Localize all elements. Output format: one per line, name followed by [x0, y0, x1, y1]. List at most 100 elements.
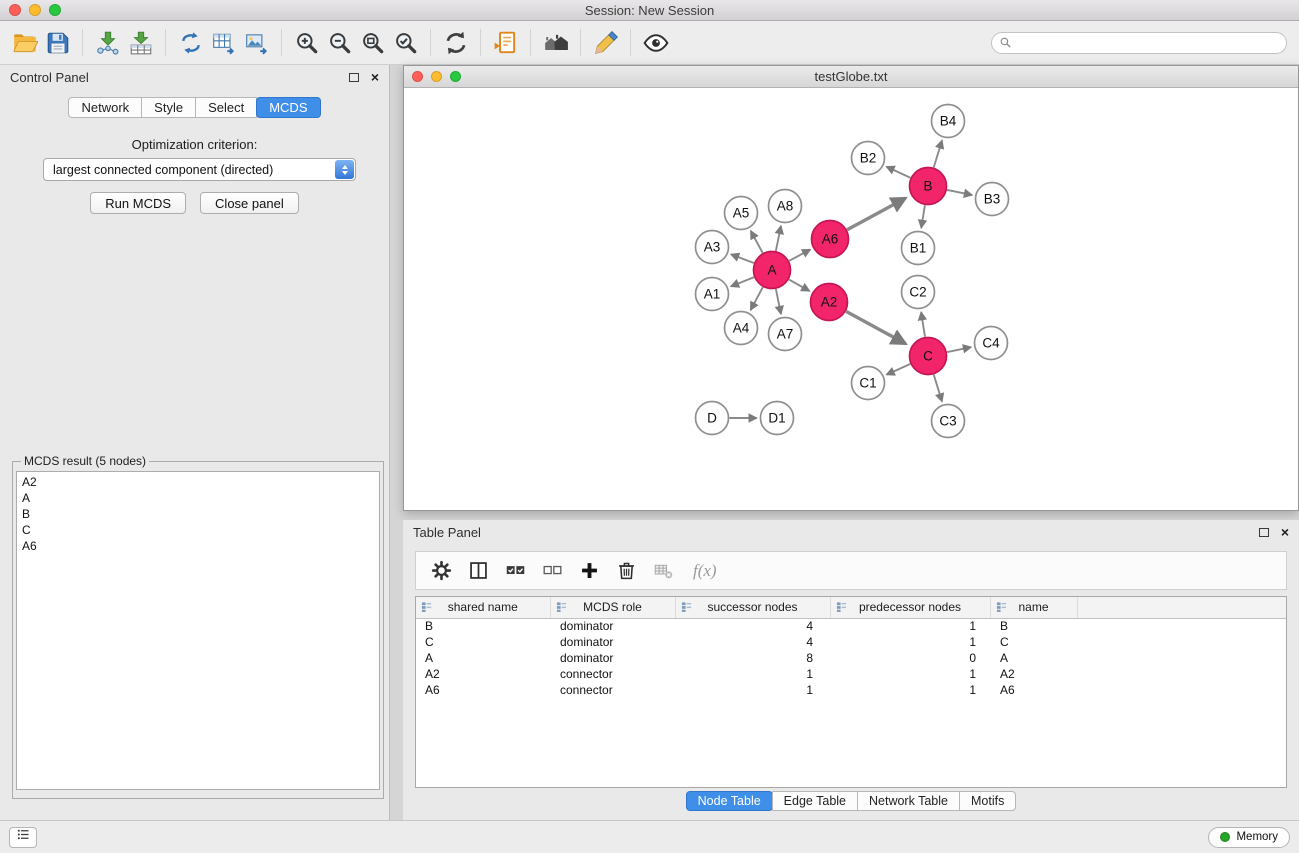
column-header-name[interactable]: name	[990, 597, 1077, 618]
style-button[interactable]	[589, 26, 622, 59]
tab-style[interactable]: Style	[141, 97, 196, 118]
node-A8[interactable]: A8	[769, 190, 802, 223]
node-B2[interactable]: B2	[852, 142, 885, 175]
tab-network[interactable]: Network	[68, 97, 142, 118]
node-C4[interactable]: C4	[975, 327, 1008, 360]
column-menu-icon[interactable]	[836, 602, 847, 613]
node-C1[interactable]: C1	[852, 367, 885, 400]
save-session-button[interactable]	[41, 26, 74, 59]
edge-B-B4[interactable]	[934, 141, 942, 168]
node-D1[interactable]: D1	[761, 402, 794, 435]
edge-C-C3[interactable]	[934, 375, 942, 402]
traffic-light-zoom[interactable]	[49, 4, 61, 16]
node-B1[interactable]: B1	[902, 232, 935, 265]
table-row[interactable]: A6connector11A6	[416, 682, 1286, 698]
column-menu-icon[interactable]	[996, 602, 1007, 613]
mcds-result-list[interactable]: A2ABCA6	[16, 471, 380, 790]
column-menu-icon[interactable]	[681, 602, 692, 613]
node-A7[interactable]: A7	[769, 318, 802, 351]
edge-A-A6[interactable]	[789, 250, 810, 261]
column-header-mcds-role[interactable]: MCDS role	[550, 597, 675, 618]
run-mcds-button[interactable]: Run MCDS	[90, 192, 186, 214]
clone-network-button[interactable]	[174, 26, 207, 59]
edge-A-A8[interactable]	[776, 226, 781, 251]
deselect-all-button[interactable]	[537, 556, 567, 586]
float-table-panel-icon[interactable]	[1259, 528, 1269, 537]
column-header-predecessor-nodes[interactable]: predecessor nodes	[830, 597, 990, 618]
edge-B-B2[interactable]	[887, 167, 911, 178]
optimization-criterion-select[interactable]: largest connected component (directed)	[43, 158, 356, 181]
function-builder-icon[interactable]: f(x)	[693, 561, 717, 581]
search-input[interactable]	[991, 32, 1287, 54]
memory-button[interactable]: Memory	[1208, 827, 1290, 848]
edge-C-C1[interactable]	[887, 364, 911, 375]
show-panels-button[interactable]	[9, 827, 37, 848]
edge-A-A7[interactable]	[776, 289, 781, 314]
edge-C-C4[interactable]	[947, 347, 971, 352]
select-all-button[interactable]	[500, 556, 530, 586]
zoom-fit-button[interactable]	[356, 26, 389, 59]
column-menu-icon[interactable]	[421, 602, 432, 613]
eye-button[interactable]	[639, 26, 672, 59]
node-A2[interactable]: A2	[811, 284, 848, 321]
traffic-light-close[interactable]	[9, 4, 21, 16]
edge-A-A3[interactable]	[731, 254, 754, 263]
table-row[interactable]: Adominator80A	[416, 650, 1286, 666]
edge-A2-C[interactable]	[846, 311, 905, 343]
node-D[interactable]: D	[696, 402, 729, 435]
zoom-out-button[interactable]	[323, 26, 356, 59]
node-A3[interactable]: A3	[696, 231, 729, 264]
node-C3[interactable]: C3	[932, 405, 965, 438]
delete-row-button[interactable]	[611, 556, 641, 586]
close-panel-icon[interactable]: ×	[371, 72, 379, 82]
export-table-button[interactable]	[207, 26, 240, 59]
edge-C-C2[interactable]	[921, 312, 925, 336]
network-canvas[interactable]: AA1A2A3A4A5A6A7A8BB1B2B3B4CC1C2C3C4DD1	[404, 88, 1298, 510]
tab-select[interactable]: Select	[195, 97, 257, 118]
node-B4[interactable]: B4	[932, 105, 965, 138]
node-B3[interactable]: B3	[976, 183, 1009, 216]
add-row-button[interactable]	[574, 556, 604, 586]
edge-A-A5[interactable]	[751, 231, 763, 253]
import-network-button[interactable]	[91, 26, 124, 59]
tab-node-table[interactable]: Node Table	[686, 791, 773, 811]
column-menu-icon[interactable]	[556, 602, 567, 613]
zoom-selected-button[interactable]	[389, 26, 422, 59]
refresh-layout-button[interactable]	[439, 26, 472, 59]
zoom-in-button[interactable]	[290, 26, 323, 59]
edge-A-A2[interactable]	[789, 280, 809, 291]
network-minimize-light[interactable]	[431, 71, 442, 82]
node-A[interactable]: A	[754, 252, 791, 289]
edge-A-A4[interactable]	[751, 287, 763, 310]
edge-A-A1[interactable]	[731, 277, 754, 286]
network-close-light[interactable]	[412, 71, 423, 82]
tab-mcds[interactable]: MCDS	[256, 97, 320, 118]
tab-edge-table[interactable]: Edge Table	[772, 791, 858, 811]
table-row[interactable]: Bdominator41B	[416, 618, 1286, 634]
close-panel-button[interactable]: Close panel	[200, 192, 299, 214]
network-zoom-light[interactable]	[450, 71, 461, 82]
node-B[interactable]: B	[910, 168, 947, 205]
table-row[interactable]: A2connector11A2	[416, 666, 1286, 682]
edge-A6-B[interactable]	[847, 198, 905, 230]
home-button[interactable]	[539, 26, 572, 59]
column-header-shared-name[interactable]: shared name	[416, 597, 550, 618]
node-A6[interactable]: A6	[812, 221, 849, 258]
import-table-button[interactable]	[124, 26, 157, 59]
traffic-light-minimize[interactable]	[29, 4, 41, 16]
node-A1[interactable]: A1	[696, 278, 729, 311]
delete-table-button[interactable]	[648, 556, 678, 586]
tab-network-table[interactable]: Network Table	[857, 791, 960, 811]
network-window-titlebar[interactable]: testGlobe.txt	[404, 66, 1298, 88]
column-button[interactable]	[463, 556, 493, 586]
edge-B-B1[interactable]	[921, 205, 925, 228]
node-C2[interactable]: C2	[902, 276, 935, 309]
open-session-button[interactable]	[8, 26, 41, 59]
report-button[interactable]	[489, 26, 522, 59]
table-row[interactable]: Cdominator41C	[416, 634, 1286, 650]
table-settings-button[interactable]	[426, 556, 456, 586]
tab-motifs[interactable]: Motifs	[959, 791, 1016, 811]
edge-B-B3[interactable]	[947, 190, 972, 195]
node-A5[interactable]: A5	[725, 197, 758, 230]
node-C[interactable]: C	[910, 338, 947, 375]
